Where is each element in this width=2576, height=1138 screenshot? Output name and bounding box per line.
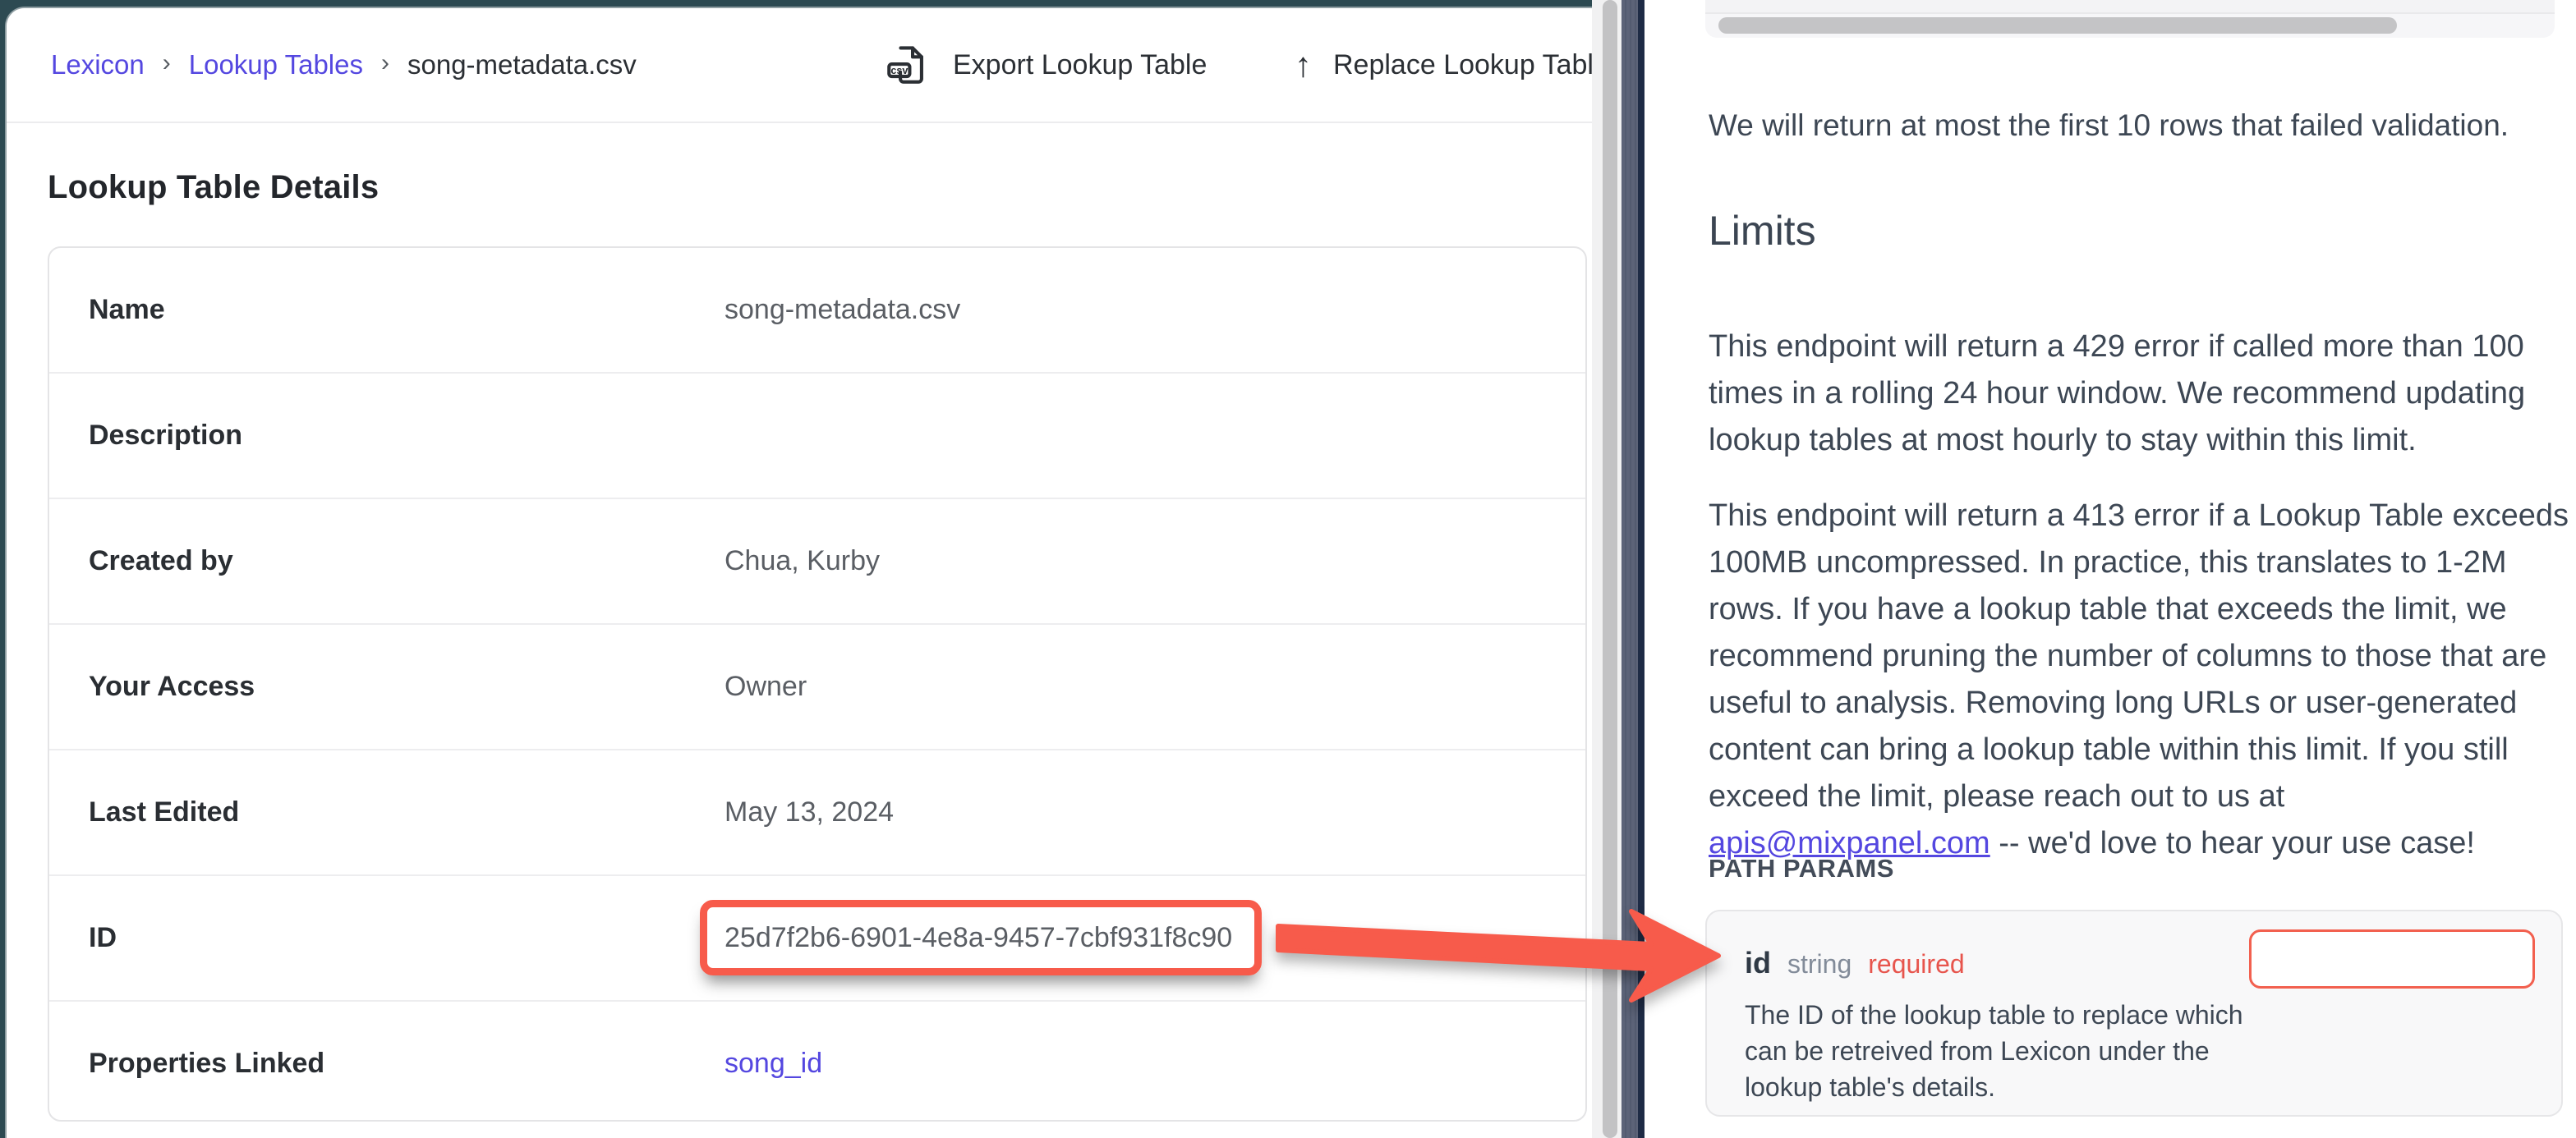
row-label: Your Access bbox=[89, 671, 255, 703]
validation-note-text: We will return at most the first 10 rows… bbox=[1709, 102, 2576, 149]
table-row-description: Description bbox=[49, 374, 1585, 499]
code-block-bottom bbox=[1705, 0, 2555, 38]
upload-arrow-icon: ↑ bbox=[1295, 48, 1312, 82]
row-value: Owner bbox=[724, 671, 807, 703]
param-id-input[interactable] bbox=[2249, 929, 2535, 989]
param-name: id bbox=[1745, 946, 1771, 980]
lookup-table-id-value: 25d7f2b6-6901-4e8a-9457-7cbf931f8c90 bbox=[724, 922, 1232, 954]
path-params-section-label: PATH PARAMS bbox=[1709, 854, 1894, 883]
param-type: string bbox=[1787, 949, 1852, 980]
row-label: Description bbox=[89, 420, 242, 452]
table-row-last-edited: Last Edited May 13, 2024 bbox=[49, 750, 1585, 876]
page-header: Lexicon › Lookup Tables › song-metadata.… bbox=[7, 8, 1592, 123]
lookup-table-page: Lexicon › Lookup Tables › song-metadata.… bbox=[7, 8, 1592, 1138]
paragraph-413-text: This endpoint will return a 413 error if… bbox=[1709, 498, 2569, 814]
table-row-name: Name song-metadata.csv bbox=[49, 248, 1585, 374]
breadcrumb-current-file: song-metadata.csv bbox=[407, 49, 637, 80]
param-required-badge: required bbox=[1868, 949, 1964, 980]
row-label: Created by bbox=[89, 545, 233, 577]
horizontal-scrollbar-thumb[interactable] bbox=[1718, 17, 2397, 34]
code-block-edge bbox=[1705, 0, 2555, 14]
replace-lookup-table-button[interactable]: ↑ Replace Lookup Tabl bbox=[1295, 8, 1592, 122]
breadcrumb-lexicon[interactable]: Lexicon bbox=[51, 49, 145, 80]
paragraph-413-text-after: -- we'd love to hear your use case! bbox=[1990, 826, 2475, 860]
export-button-label: Export Lookup Table bbox=[953, 49, 1207, 81]
row-label: Name bbox=[89, 294, 165, 326]
svg-text:csv: csv bbox=[890, 65, 908, 76]
window-divider-handle[interactable] bbox=[1622, 0, 1644, 1138]
screenshot-canvas: Lexicon › Lookup Tables › song-metadata.… bbox=[0, 0, 2576, 1138]
export-lookup-table-button[interactable]: csv Export Lookup Table bbox=[884, 8, 1207, 122]
row-value: Chua, Kurby bbox=[724, 545, 880, 577]
csv-file-icon: csv bbox=[884, 41, 932, 89]
row-label: ID bbox=[89, 922, 117, 954]
limits-paragraph-429: This endpoint will return a 429 error if… bbox=[1709, 324, 2573, 464]
breadcrumb-lookup-tables[interactable]: Lookup Tables bbox=[189, 49, 363, 80]
lookup-table-details-card: Name song-metadata.csv Description Creat… bbox=[48, 246, 1587, 1122]
table-row-your-access: Your Access Owner bbox=[49, 625, 1585, 750]
page-title: Lookup Table Details bbox=[48, 169, 379, 206]
table-row-properties-linked: Properties Linked song_id bbox=[49, 1002, 1585, 1126]
breadcrumb-separator-icon: › bbox=[381, 49, 389, 77]
param-header: id string required bbox=[1745, 946, 1965, 980]
api-docs-panel: We will return at most the first 10 rows… bbox=[1644, 0, 2576, 1138]
replace-button-label: Replace Lookup Tabl bbox=[1333, 49, 1592, 81]
table-row-created-by: Created by Chua, Kurby bbox=[49, 499, 1585, 625]
param-description: The ID of the lookup table to replace wh… bbox=[1745, 997, 2254, 1105]
table-row-id: ID 25d7f2b6-6901-4e8a-9457-7cbf931f8c90 bbox=[49, 876, 1585, 1002]
breadcrumb-separator-icon: › bbox=[163, 49, 171, 77]
limits-heading: Limits bbox=[1709, 207, 1816, 255]
vertical-scrollbar-track[interactable] bbox=[1592, 0, 1622, 1138]
limits-paragraph-413: This endpoint will return a 413 error if… bbox=[1709, 493, 2573, 867]
path-param-card-id: id string required The ID of the lookup … bbox=[1705, 910, 2563, 1117]
vertical-scrollbar-thumb[interactable] bbox=[1603, 0, 1617, 1138]
row-label: Last Edited bbox=[89, 796, 239, 828]
row-value: May 13, 2024 bbox=[724, 796, 894, 828]
row-value: song-metadata.csv bbox=[724, 294, 960, 326]
row-label: Properties Linked bbox=[89, 1048, 324, 1080]
breadcrumb: Lexicon › Lookup Tables › song-metadata.… bbox=[51, 8, 637, 122]
linked-property-link[interactable]: song_id bbox=[724, 1048, 822, 1080]
